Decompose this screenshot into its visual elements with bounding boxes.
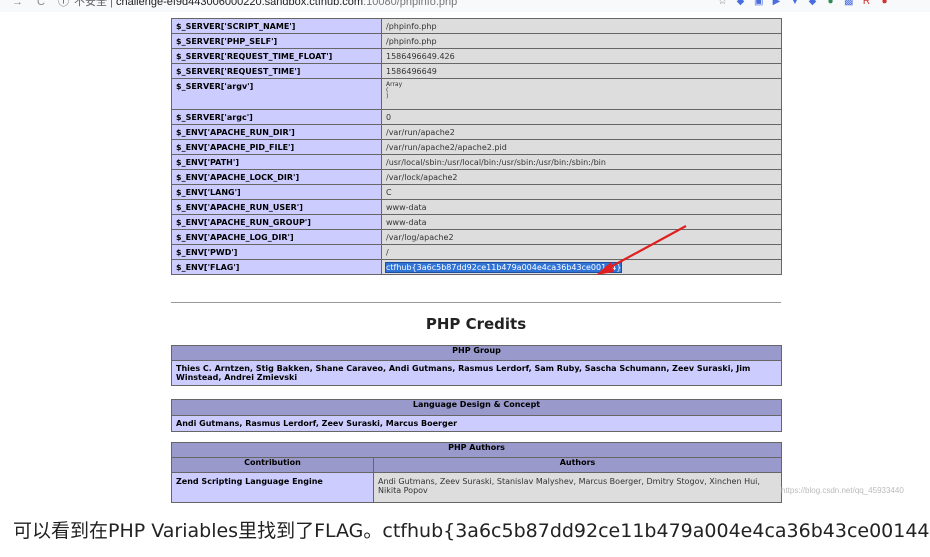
variable-key: $_SERVER['PHP_SELF']	[171, 33, 382, 49]
table-row: $_ENV['APACHE_RUN_GROUP'] www-data	[171, 214, 782, 230]
variable-value[interactable]: /phpinfo.php	[381, 18, 782, 34]
variable-key: $_ENV['PATH']	[171, 154, 382, 170]
extension-icons: ☆ ◆ ▣ ▶ ▼ ◆ ● ▩ R ●	[718, 0, 898, 7]
extension-icon[interactable]: R	[862, 0, 871, 7]
table-row: $_ENV['PATH']/usr/local/sbin:/usr/local/…	[171, 154, 782, 170]
variable-value[interactable]: C	[381, 184, 782, 200]
extension-icon[interactable]: ▩	[844, 0, 853, 7]
contribution-column-header: Contribution	[171, 457, 374, 473]
table-row: $_SERVER['REQUEST_TIME'] 1586496649	[171, 63, 782, 79]
variable-key: $_ENV['APACHE_RUN_GROUP']	[171, 214, 382, 230]
table-row: $_SERVER['SCRIPT_NAME']/phpinfo.php	[171, 18, 782, 34]
table-row: $_SERVER['argv'] Array ( )	[171, 78, 782, 110]
variable-key: $_ENV['APACHE_LOG_DIR']	[171, 229, 382, 245]
authors-column-header: Authors	[372, 457, 783, 473]
variable-value[interactable]: 0	[381, 109, 782, 125]
variable-value[interactable]: /var/run/apache2	[381, 124, 782, 140]
table-row: $_ENV['APACHE_LOG_DIR']/var/log/apache2	[171, 229, 782, 245]
authors-cell: Andi Gutmans, Zeev Suraski, Stanislav Ma…	[372, 472, 783, 503]
credits-title: PHP Credits	[425, 315, 527, 333]
variable-key: $_SERVER['SCRIPT_NAME']	[171, 18, 382, 34]
table-row: $_ENV['APACHE_PID_FILE']/var/run/apache2…	[171, 139, 782, 155]
reload-button[interactable]: C	[37, 0, 45, 8]
language-design-members: Andi Gutmans, Rasmus Lerdorf, Zeev Suras…	[171, 415, 782, 432]
address-bar[interactable]: 不安全 | challenge-ef9d443006000220.sandbox…	[74, 0, 458, 8]
variable-key: $_SERVER['REQUEST_TIME_FLOAT']	[171, 48, 382, 64]
table-row: $_ENV['PWD'] /	[171, 244, 782, 260]
table-row: $_SERVER['argc'] 0	[171, 109, 782, 125]
url-path: :10080/phpinfo.php	[363, 0, 458, 8]
extension-icon[interactable]: ◆	[736, 0, 745, 7]
variable-key: $_ENV['FLAG']	[171, 259, 382, 275]
variable-key: $_SERVER['argc']	[171, 109, 382, 125]
variable-key: $_ENV['APACHE_RUN_DIR']	[171, 124, 382, 140]
variable-key: $_ENV['APACHE_PID_FILE']	[171, 139, 382, 155]
variable-value[interactable]: www-data	[381, 214, 782, 230]
translate-icon[interactable]: ▣	[754, 0, 763, 7]
variable-key: $_ENV['PWD']	[171, 244, 382, 260]
table-row: $_SERVER['REQUEST_TIME_FLOAT'] 1586496649…	[171, 48, 782, 64]
variable-key: $_ENV['APACHE_RUN_USER']	[171, 199, 382, 215]
contribution-cell: Zend Scripting Language Engine	[171, 472, 374, 503]
url-host: challenge-ef9d443006000220.sandbox.ctfhu…	[115, 0, 364, 8]
watermark: https://blog.csdn.net/qq_45933440	[781, 486, 904, 495]
language-design-header: Language Design & Concept	[171, 399, 782, 416]
extension-icon[interactable]: ●	[880, 0, 889, 7]
php-authors-header: PHP Authors	[170, 442, 783, 458]
language-design-table: Language Design & Concept Andi Gutmans, …	[171, 399, 782, 432]
flag-value-cell[interactable]: ctfhub{3a6c5b87dd92ce11b479a004e4ca36b43…	[381, 259, 782, 275]
variable-value[interactable]: www-data	[381, 199, 782, 215]
variable-value[interactable]: /var/lock/apache2	[381, 169, 782, 185]
variable-value[interactable]: /usr/local/sbin:/usr/local/bin:/usr/sbin…	[381, 154, 782, 170]
variable-value[interactable]: /phpinfo.php	[381, 33, 782, 49]
table-row: $_ENV['LANG'] C	[171, 184, 782, 200]
table-row: $_ENV['APACHE_LOCK_DIR']/var/lock/apache…	[171, 169, 782, 185]
php-group-table: PHP Group Thies C. Arntzen, Stig Bakken,…	[171, 345, 782, 386]
play-icon[interactable]: ▶	[772, 0, 781, 7]
php-group-header: PHP Group	[171, 345, 782, 361]
forward-button[interactable]: →	[12, 0, 23, 8]
variable-value[interactable]: /	[381, 244, 782, 260]
filter-icon[interactable]: ▼	[790, 0, 800, 7]
table-row: $_ENV['FLAG'] ctfhub{3a6c5b87dd92ce11b479…	[171, 259, 782, 275]
security-label: 不安全	[74, 0, 107, 8]
extension-icon[interactable]: ●	[826, 0, 835, 7]
variable-key: $_ENV['APACHE_LOCK_DIR']	[171, 169, 382, 185]
variable-value[interactable]: /var/run/apache2/apache2.pid	[381, 139, 782, 155]
caption-text: 可以看到在PHP Variables里找到了FLAG。ctfhub{3a6c5b…	[13, 520, 930, 542]
bookmark-star-icon[interactable]: ☆	[718, 0, 727, 7]
selected-flag-text[interactable]: ctfhub{3a6c5b87dd92ce11b479a004e4ca36b43…	[384, 262, 623, 273]
table-row: $_ENV['APACHE_RUN_USER'] www-data	[171, 199, 782, 215]
divider	[171, 302, 781, 303]
php-group-members: Thies C. Arntzen, Stig Bakken, Shane Car…	[171, 360, 782, 386]
variable-value[interactable]: 1586496649.426	[381, 48, 782, 64]
variable-key: $_SERVER['argv']	[171, 78, 382, 110]
php-variables-table: $_SERVER['SCRIPT_NAME']/phpinfo.php $_SER…	[171, 18, 782, 275]
php-authors-table: PHP Authors Contribution Authors Zend Sc…	[170, 442, 783, 503]
variable-value[interactable]: 1586496649	[381, 63, 782, 79]
info-icon[interactable]: ⓘ	[58, 0, 69, 8]
variable-key: $_ENV['LANG']	[171, 184, 382, 200]
browser-nav: → C	[12, 0, 59, 8]
variable-value[interactable]: /var/log/apache2	[381, 229, 782, 245]
browser-toolbar: → C ⓘ 不安全 | challenge-ef9d443006000220.sa…	[0, 0, 930, 12]
variable-key: $_SERVER['REQUEST_TIME']	[171, 63, 382, 79]
variable-value[interactable]: Array ( )	[381, 78, 782, 110]
extension-icon[interactable]: ◆	[808, 0, 817, 7]
table-row: $_SERVER['PHP_SELF']/phpinfo.php	[171, 33, 782, 49]
table-row: $_ENV['APACHE_RUN_DIR']/var/run/apache2	[171, 124, 782, 140]
